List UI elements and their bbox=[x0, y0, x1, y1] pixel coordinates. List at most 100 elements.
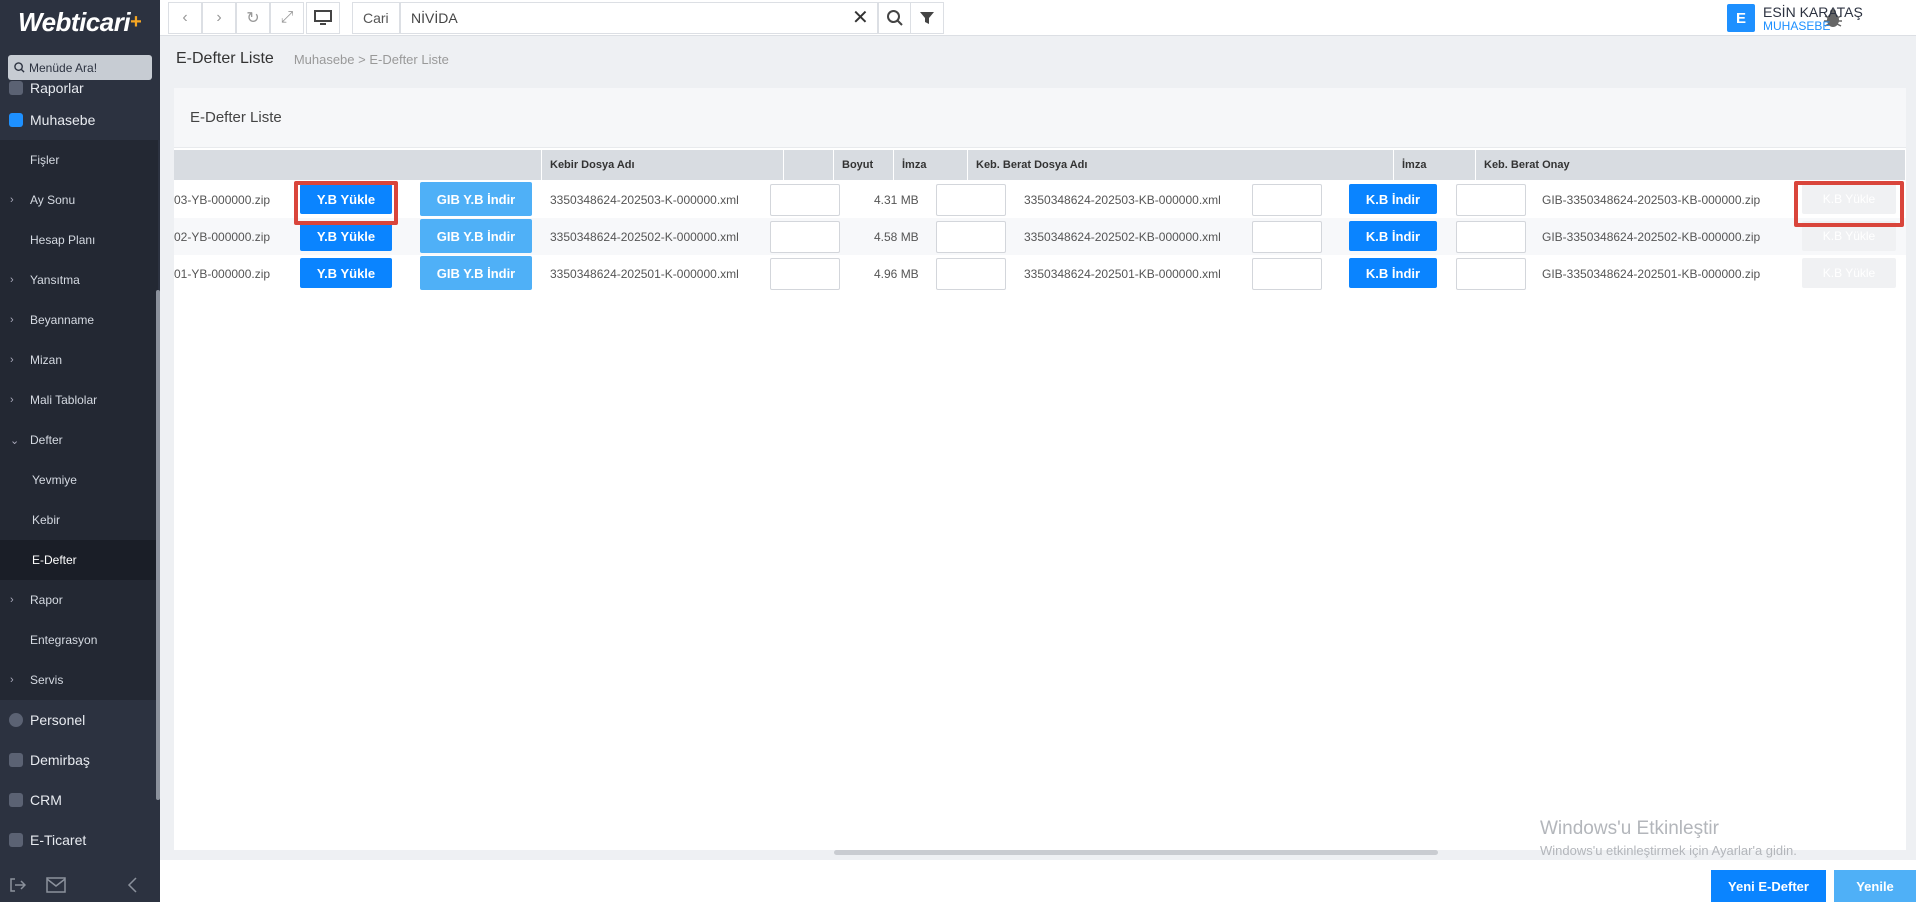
e-defter-table: Kebir Dosya Adı Boyut İmza Keb. Berat Do… bbox=[174, 150, 1906, 850]
table-header-kebir-dosya[interactable]: Kebir Dosya Adı bbox=[542, 150, 784, 180]
imza-field-2[interactable] bbox=[1456, 258, 1526, 290]
sidebar-item-yevmiye[interactable]: Yevmiye bbox=[0, 460, 158, 500]
sidebar-item-defter[interactable]: ⌄ Defter bbox=[0, 420, 158, 460]
sidebar-item-label: Muhasebe bbox=[30, 112, 96, 128]
logo-plus: + bbox=[130, 10, 142, 33]
sidebar: Webticari + Menüde Ara! Raporlar Muhasebe… bbox=[0, 0, 160, 902]
sidebar-item-kebir[interactable]: Kebir bbox=[0, 500, 158, 540]
cari-input[interactable]: NİVİDA bbox=[400, 2, 878, 34]
table-header-imza[interactable]: İmza bbox=[894, 150, 968, 180]
table-row: 02-YB-000000.zip Y.B Yükle GIB Y.B İndir… bbox=[174, 218, 1906, 255]
top-bar: ‹ › ↻ ⤢ Cari NİVİDA ✕ E ESİN KARATAŞ MUH… bbox=[160, 0, 1916, 36]
new-e-defter-button[interactable]: Yeni E-Defter bbox=[1711, 870, 1826, 902]
table-header-boyut[interactable]: Boyut bbox=[834, 150, 894, 180]
monitor-icon bbox=[314, 10, 332, 25]
user-role: MUHASEBE bbox=[1763, 19, 1831, 33]
logo[interactable]: Webticari + bbox=[0, 0, 160, 44]
table-header-keb-berat[interactable]: Keb. Berat Dosya Adı bbox=[968, 150, 1394, 180]
sidebar-item-label: Defter bbox=[30, 433, 63, 447]
collapse-icon[interactable] bbox=[126, 877, 138, 893]
sidebar-item-muhasebe[interactable]: Muhasebe bbox=[0, 100, 158, 140]
kb-imza-field[interactable] bbox=[1252, 258, 1322, 290]
refresh-button[interactable]: ↻ bbox=[236, 2, 270, 34]
filter-icon bbox=[920, 12, 934, 24]
logo-text: Webticari bbox=[18, 6, 131, 37]
sidebar-item-personel[interactable]: Personel bbox=[0, 700, 158, 740]
search-button[interactable] bbox=[878, 2, 912, 34]
footer-bar bbox=[160, 860, 1916, 902]
sidebar-item-beyanname[interactable]: › Beyanname bbox=[0, 300, 158, 340]
kebir-file-name: 3350348624-202501-K-000000.xml bbox=[550, 266, 739, 281]
gib-yb-download-button[interactable]: GIB Y.B İndir bbox=[420, 182, 532, 216]
sidebar-item-label: Beyanname bbox=[30, 313, 95, 327]
forward-button[interactable]: › bbox=[202, 2, 236, 34]
kebir-imza-field[interactable] bbox=[770, 221, 840, 253]
horizontal-scrollbar[interactable] bbox=[834, 850, 1438, 855]
kb-download-button[interactable]: K.B İndir bbox=[1349, 258, 1437, 288]
refresh-list-button[interactable]: Yenile bbox=[1834, 870, 1916, 902]
kb-download-button[interactable]: K.B İndir bbox=[1349, 184, 1437, 214]
sidebar-item-hesap-plani[interactable]: Hesap Planı bbox=[0, 220, 158, 260]
sidebar-scrollbar[interactable] bbox=[156, 290, 160, 800]
kebir-file-name: 3350348624-202502-K-000000.xml bbox=[550, 229, 739, 244]
sidebar-footer bbox=[0, 868, 160, 902]
imza-field-2[interactable] bbox=[1456, 221, 1526, 253]
sidebar-item-mizan[interactable]: › Mizan bbox=[0, 340, 158, 380]
sidebar-item-mali-tablolar[interactable]: › Mali Tablolar bbox=[0, 380, 158, 420]
sidebar-item-ay-sonu[interactable]: › Ay Sonu bbox=[0, 180, 158, 220]
file-size: 4.96 MB bbox=[874, 266, 919, 281]
refresh-icon: ↻ bbox=[246, 10, 260, 27]
yb-file-name: 02-YB-000000.zip bbox=[174, 229, 271, 244]
filter-button[interactable] bbox=[910, 2, 944, 34]
sidebar-item-e-defter[interactable]: E-Defter bbox=[0, 540, 158, 580]
back-button[interactable]: ‹ bbox=[168, 2, 202, 34]
kb-imza-field[interactable] bbox=[1252, 221, 1322, 253]
gib-yb-download-button[interactable]: GIB Y.B İndir bbox=[420, 219, 532, 253]
kb-file-name: 3350348624-202501-KB-000000.xml bbox=[1024, 266, 1221, 281]
sidebar-item-label: Mali Tablolar bbox=[30, 393, 98, 407]
imza-field-2[interactable] bbox=[1456, 184, 1526, 216]
sidebar-item-label: Entegrasyon bbox=[30, 633, 98, 647]
table-header-empty bbox=[174, 150, 542, 180]
sidebar-item-entegrasyon[interactable]: Entegrasyon bbox=[0, 620, 158, 660]
cari-label: Cari bbox=[352, 2, 400, 34]
kb-imza-field[interactable] bbox=[1252, 184, 1322, 216]
sidebar-item-yansitma[interactable]: › Yansıtma bbox=[0, 260, 158, 300]
mail-icon[interactable] bbox=[46, 877, 66, 893]
imza-field[interactable] bbox=[936, 221, 1006, 253]
sidebar-item-e-ticaret[interactable]: E-Ticaret bbox=[0, 820, 158, 860]
yb-upload-button[interactable]: Y.B Yükle bbox=[300, 221, 392, 251]
kb-onay-file: GIB-3350348624-202502-KB-000000.zip bbox=[1542, 229, 1761, 244]
sidebar-item-label: Kebir bbox=[32, 513, 61, 527]
sidebar-item-fisler[interactable]: Fişler bbox=[0, 140, 158, 180]
user-name[interactable]: ESİN KARATAŞ bbox=[1763, 4, 1863, 20]
person-icon bbox=[9, 713, 23, 727]
fullscreen-button[interactable]: ⤢ bbox=[270, 2, 304, 34]
highlight-box-yb-upload bbox=[294, 181, 398, 225]
monitor-button[interactable] bbox=[306, 2, 340, 34]
user-avatar[interactable]: E bbox=[1727, 4, 1755, 32]
sidebar-item-servis[interactable]: › Servis bbox=[0, 660, 158, 700]
kb-upload-button[interactable]: K.B Yükle bbox=[1802, 258, 1896, 288]
menu-search-input[interactable]: Menüde Ara! bbox=[8, 55, 152, 80]
table-header-imza-2[interactable]: İmza bbox=[1394, 150, 1476, 180]
chevron-right-icon: › bbox=[10, 274, 14, 286]
sidebar-item-crm[interactable]: CRM bbox=[0, 780, 158, 820]
clear-icon[interactable]: ✕ bbox=[852, 8, 869, 28]
gib-yb-download-button[interactable]: GIB Y.B İndir bbox=[420, 256, 532, 290]
kebir-imza-field[interactable] bbox=[770, 184, 840, 216]
breadcrumb-path[interactable]: Muhasebe > E-Defter Liste bbox=[294, 52, 449, 67]
table-header-keb-berat-onay[interactable]: Keb. Berat Onay bbox=[1476, 150, 1906, 180]
file-size: 4.58 MB bbox=[874, 229, 919, 244]
main-panel: E-Defter Liste Kebir Dosya Adı Boyut İmz… bbox=[174, 88, 1906, 850]
sidebar-item-rapor[interactable]: › Rapor bbox=[0, 580, 158, 620]
sidebar-item-demirbas[interactable]: Demirbaş bbox=[0, 740, 158, 780]
yb-upload-button[interactable]: Y.B Yükle bbox=[300, 258, 392, 288]
imza-field[interactable] bbox=[936, 258, 1006, 290]
kb-download-button[interactable]: K.B İndir bbox=[1349, 221, 1437, 251]
kb-onay-file: GIB-3350348624-202501-KB-000000.zip bbox=[1542, 266, 1761, 281]
forward-icon: › bbox=[216, 9, 222, 26]
imza-field[interactable] bbox=[936, 184, 1006, 216]
logout-icon[interactable] bbox=[8, 876, 26, 894]
kebir-imza-field[interactable] bbox=[770, 258, 840, 290]
